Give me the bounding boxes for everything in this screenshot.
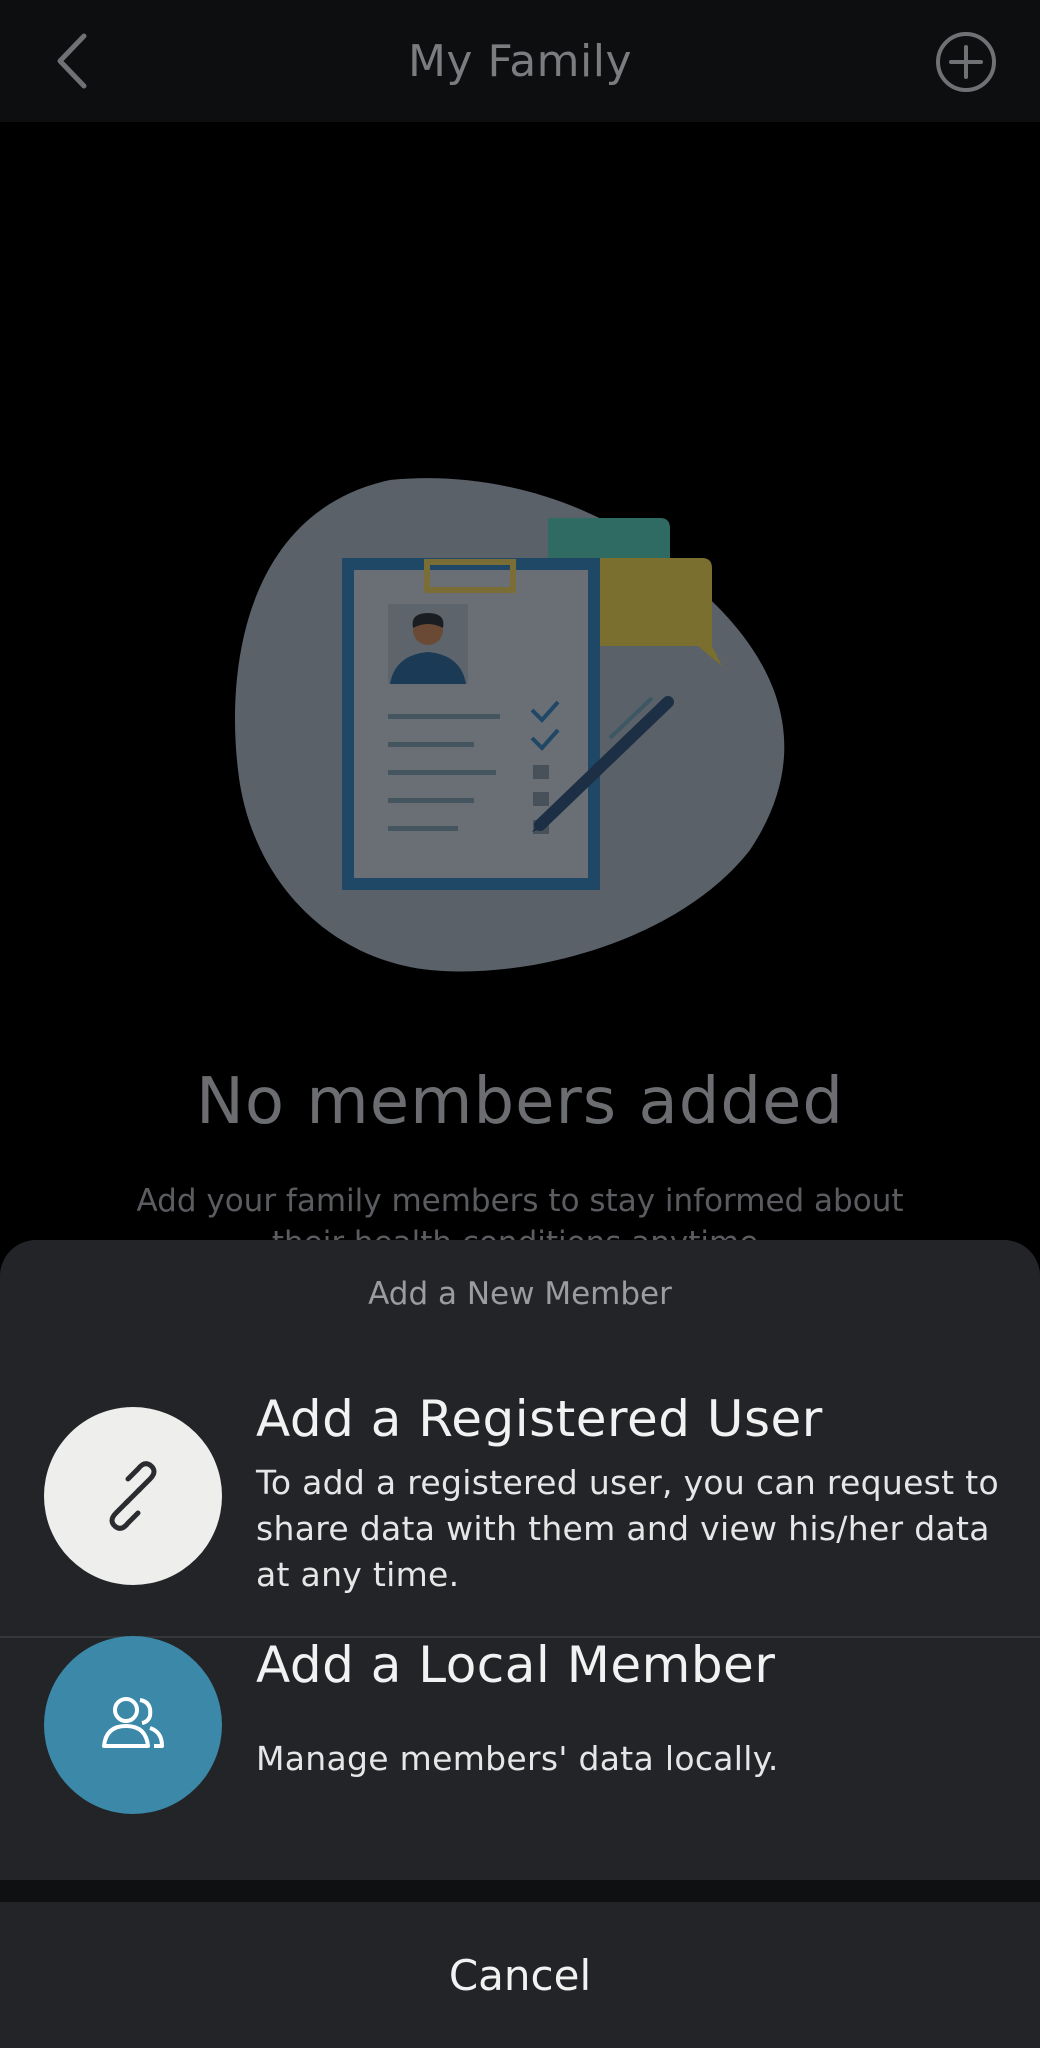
top-app-bar: My Family — [0, 0, 1040, 122]
sheet-title: Add a New Member — [368, 1276, 672, 1312]
empty-state-title: No members added — [196, 1065, 844, 1139]
link-icon — [109, 1461, 157, 1531]
back-button[interactable] — [48, 28, 104, 94]
option-description: Manage members' data locally. — [256, 1739, 779, 1778]
add-registered-user-option[interactable]: Add a Registered User To add a registere… — [0, 1390, 1040, 1615]
empty-state-illustration — [234, 478, 785, 972]
option-title: Add a Registered User — [256, 1390, 823, 1448]
add-member-sheet: Add a New Member Add a Registered User T… — [0, 1240, 1040, 1880]
users-icon-circle — [44, 1636, 222, 1814]
link-icon-circle — [44, 1407, 222, 1585]
sheet-separator — [0, 1880, 1040, 1902]
option-description: To add a registered user, you can reques… — [256, 1463, 999, 1594]
option-title: Add a Local Member — [256, 1636, 776, 1694]
add-local-member-option[interactable]: Add a Local Member Manage members' data … — [0, 1636, 1040, 1856]
plus-circle-icon — [936, 32, 996, 92]
cancel-button[interactable]: Cancel — [0, 1902, 1040, 2048]
page-title: My Family — [407, 35, 633, 87]
add-member-button[interactable] — [934, 30, 998, 94]
users-icon — [102, 1697, 164, 1748]
empty-state-description: Add your family members to stay informed… — [136, 1183, 904, 1244]
chevron-left-icon — [57, 33, 87, 89]
